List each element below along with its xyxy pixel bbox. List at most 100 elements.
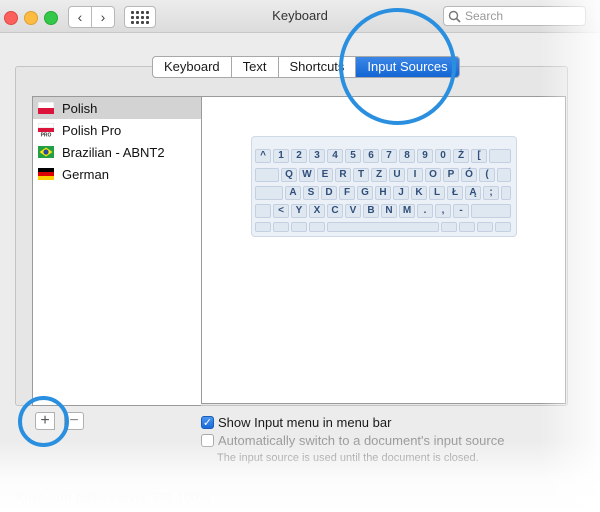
keyboard-row-2: Q W E R T Z U I O P Ó ( — [255, 168, 513, 182]
key: R — [335, 168, 351, 182]
forward-button[interactable]: › — [91, 6, 115, 28]
auto-switch-option[interactable]: Automatically switch to a document's inp… — [201, 433, 504, 448]
key: Z — [371, 168, 387, 182]
window-title: Keyboard — [272, 8, 328, 23]
show-input-menu-checkbox[interactable]: ✓ — [201, 416, 214, 429]
key: A — [285, 186, 301, 200]
tab-keyboard[interactable]: Keyboard — [153, 57, 232, 77]
key: W — [299, 168, 315, 182]
tab-text[interactable]: Text — [232, 57, 279, 77]
key: Ó — [461, 168, 477, 182]
key: F — [339, 186, 355, 200]
list-item-polish-pro[interactable]: PRO Polish Pro — [33, 119, 201, 141]
key: C — [327, 204, 343, 218]
keyboard-preferences-window: ‹ › Keyboard Search Keyboard Text Shortc… — [0, 0, 600, 512]
battery-icon — [154, 492, 171, 503]
list-item-polish[interactable]: Polish — [33, 97, 201, 119]
key: , — [435, 204, 451, 218]
key: M — [399, 204, 415, 218]
show-all-button[interactable] — [124, 6, 156, 28]
key-blank — [255, 186, 283, 200]
key: K — [411, 186, 427, 200]
key: ^ — [255, 149, 271, 163]
key-blank — [477, 222, 493, 232]
key: ; — [483, 186, 499, 200]
key: B — [363, 204, 379, 218]
key: D — [321, 186, 337, 200]
key: < — [273, 204, 289, 218]
list-item-label: German — [62, 166, 109, 182]
key: [ — [471, 149, 487, 163]
key: Q — [281, 168, 297, 182]
close-window-button[interactable] — [4, 11, 18, 25]
key: O — [425, 168, 441, 182]
chevron-left-icon: ‹ — [77, 9, 83, 25]
key-blank — [441, 222, 457, 232]
back-button[interactable]: ‹ — [68, 6, 92, 28]
brazil-flag-icon — [38, 146, 54, 158]
keyboard-row-4: < Y X C V B N M . , - — [255, 204, 513, 218]
search-icon — [448, 10, 461, 23]
key-blank — [495, 222, 511, 232]
key: J — [393, 186, 409, 200]
minimize-window-button[interactable] — [24, 11, 38, 25]
key: Ł — [447, 186, 463, 200]
poland-pro-flag-icon: PRO — [38, 123, 54, 137]
chevron-right-icon: › — [100, 9, 106, 25]
key: L — [429, 186, 445, 200]
keyboard-row-1: ^ 1 2 3 4 5 6 7 8 9 0 Ż [ — [255, 149, 513, 163]
auto-switch-checkbox[interactable] — [201, 434, 214, 447]
key: G — [357, 186, 373, 200]
key-blank — [255, 168, 279, 182]
list-item-brazilian-abnt2[interactable]: Brazilian - ABNT2 — [33, 141, 201, 163]
spacebar-key — [327, 222, 439, 232]
key: Ż — [453, 149, 469, 163]
key: 5 — [345, 149, 361, 163]
svg-text:PRO: PRO — [41, 133, 52, 138]
input-source-list[interactable]: Polish PRO Polish Pro Brazilian - ABNT2 — [32, 96, 201, 406]
key: E — [317, 168, 333, 182]
keyboard-layout-preview: ^ 1 2 3 4 5 6 7 8 9 0 Ż [ Q W E R T Z U … — [251, 136, 517, 237]
auto-switch-label: Automatically switch to a document's inp… — [218, 433, 505, 448]
key-blank — [273, 222, 289, 232]
battery-label: Keyboard battery level: — [16, 490, 149, 505]
germany-flag-icon — [38, 168, 54, 180]
show-input-menu-option[interactable]: ✓ Show Input menu in menu bar — [201, 415, 391, 430]
key: 8 — [399, 149, 415, 163]
key-blank — [255, 222, 271, 232]
keyboard-battery-status: Keyboard battery level: 100% — [16, 490, 210, 505]
key-blank — [489, 149, 511, 163]
search-field[interactable]: Search — [443, 6, 586, 26]
key: 2 — [291, 149, 307, 163]
key: Y — [291, 204, 307, 218]
key-blank — [255, 204, 271, 218]
key: T — [353, 168, 369, 182]
key: H — [375, 186, 391, 200]
key: 6 — [363, 149, 379, 163]
zoom-window-button[interactable] — [44, 11, 58, 25]
key-blank — [501, 186, 511, 200]
auto-switch-note: The input source is used until the docum… — [217, 452, 479, 464]
key: 4 — [327, 149, 343, 163]
poland-flag-icon — [38, 102, 54, 114]
keyboard-row-3: A S D F G H J K L Ł Ą ; — [255, 186, 513, 200]
key: X — [309, 204, 325, 218]
key: S — [303, 186, 319, 200]
list-item-label: Polish — [62, 100, 98, 116]
grid-icon — [131, 10, 149, 24]
list-item-german[interactable]: German — [33, 163, 201, 185]
key-blank — [291, 222, 307, 232]
key: I — [407, 168, 423, 182]
keyboard-row-5 — [255, 222, 513, 232]
key: 3 — [309, 149, 325, 163]
battery-value: 100% — [176, 490, 211, 505]
key-blank — [471, 204, 511, 218]
key-blank — [459, 222, 475, 232]
title-bar: ‹ › Keyboard Search — [0, 0, 600, 33]
search-placeholder: Search — [465, 9, 504, 23]
key: - — [453, 204, 469, 218]
key: V — [345, 204, 361, 218]
key: Ą — [465, 186, 481, 200]
highlight-circle-input-sources-tab — [339, 8, 456, 125]
show-input-menu-label: Show Input menu in menu bar — [218, 415, 392, 430]
